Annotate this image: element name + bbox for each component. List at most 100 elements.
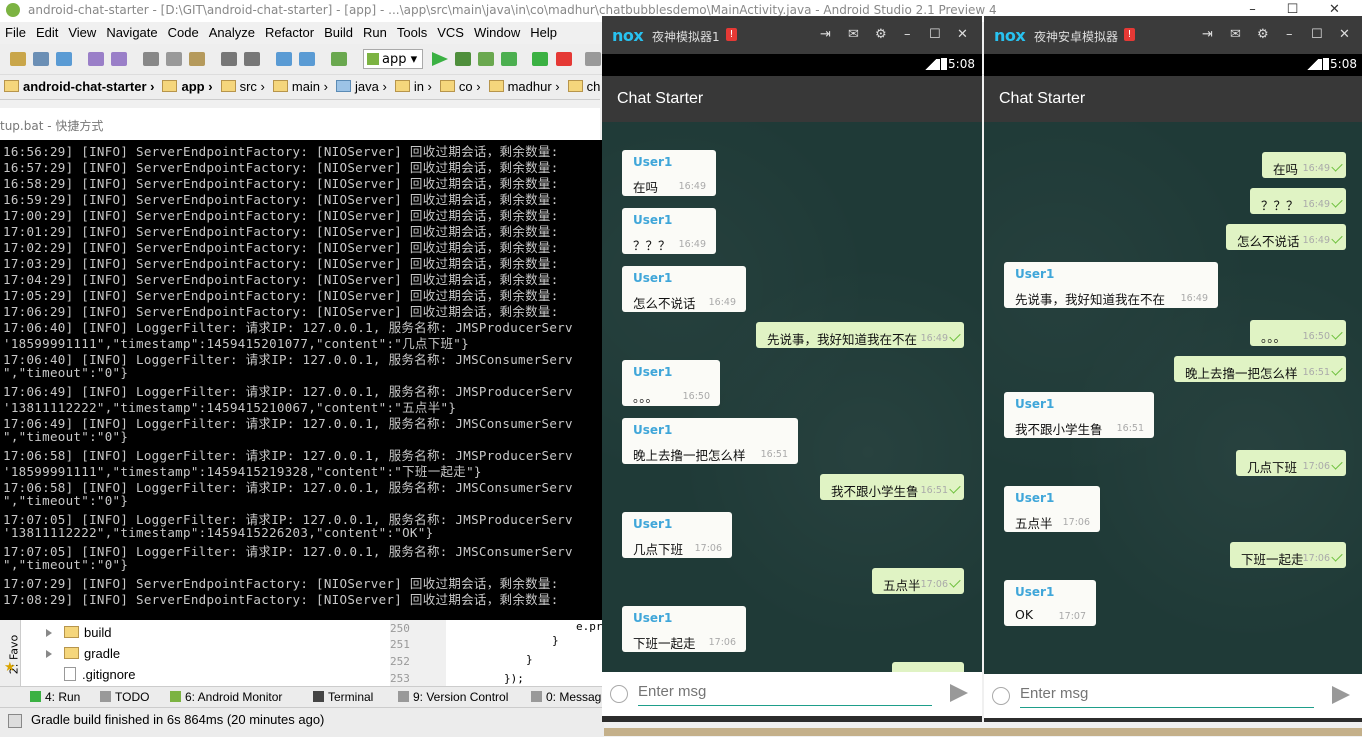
outgoing-message[interactable]: 五点半 17:06 xyxy=(872,568,964,594)
outgoing-message[interactable]: ？？？ 16:49 xyxy=(1250,188,1346,214)
make-project-icon[interactable] xyxy=(331,52,347,66)
expand-arrow-icon[interactable] xyxy=(46,650,52,658)
incoming-message[interactable]: User1 。。。 16:50 xyxy=(622,360,720,406)
incoming-message[interactable]: User1 下班一起走 17:06 xyxy=(622,606,746,652)
sync-icon[interactable] xyxy=(56,52,72,66)
breadcrumb-src[interactable]: src › xyxy=(217,75,269,94)
pin-icon[interactable]: ⇥ xyxy=(1202,27,1213,42)
breadcrumb-madhur[interactable]: madhur › xyxy=(485,75,564,94)
settings-icon[interactable]: ⚙ xyxy=(875,27,887,42)
close-icon[interactable]: ✕ xyxy=(957,27,968,42)
tab-run[interactable]: 4: Run xyxy=(30,690,80,704)
outgoing-message[interactable]: OK17:07 xyxy=(892,662,964,672)
mail-icon[interactable]: ✉ xyxy=(1230,27,1241,42)
menu-build[interactable]: Build xyxy=(319,22,358,40)
send-icon[interactable] xyxy=(1332,686,1350,704)
menu-window[interactable]: Window xyxy=(469,22,525,40)
tab-todo[interactable]: TODO xyxy=(100,690,149,704)
cut-icon[interactable] xyxy=(143,52,159,66)
code-editor[interactable]: e.pri } } }); xyxy=(446,620,609,686)
warning-icon[interactable]: ! xyxy=(1124,28,1135,41)
incoming-message[interactable]: User1 晚上去撸一把怎么样 16:51 xyxy=(622,418,798,464)
message-input-field[interactable] xyxy=(1020,683,1314,708)
send-icon[interactable] xyxy=(950,684,968,702)
incoming-message[interactable]: User1 几点下班 17:06 xyxy=(622,512,732,558)
undo-icon[interactable] xyxy=(88,52,104,66)
mail-icon[interactable]: ✉ xyxy=(848,27,859,42)
copy-icon[interactable] xyxy=(166,52,182,66)
attach-debugger-icon[interactable] xyxy=(478,52,494,66)
breadcrumb-project[interactable]: android-chat-starter › xyxy=(0,75,158,94)
menu-code[interactable]: Code xyxy=(163,22,204,40)
apply-changes-icon[interactable] xyxy=(532,52,548,66)
stop-icon[interactable] xyxy=(556,52,572,66)
tree-item-build[interactable]: build xyxy=(46,625,111,640)
favorites-tab[interactable]: 2: Favo ★ xyxy=(0,620,21,686)
outgoing-message[interactable]: 在吗 16:49 xyxy=(1262,152,1346,178)
breadcrumb-in[interactable]: in › xyxy=(391,75,436,94)
outgoing-message[interactable]: 怎么不说话 16:49 xyxy=(1226,224,1346,250)
tree-item-gradle[interactable]: gradle xyxy=(46,646,120,661)
message-input[interactable] xyxy=(638,681,928,702)
maximize-icon[interactable]: ☐ xyxy=(929,27,941,42)
pin-icon[interactable]: ⇥ xyxy=(820,27,831,42)
incoming-message[interactable]: User1 五点半 17:06 xyxy=(1004,486,1100,532)
breadcrumb-app[interactable]: app › xyxy=(158,75,216,94)
expand-arrow-icon[interactable] xyxy=(46,629,52,637)
breadcrumb-co[interactable]: co › xyxy=(436,75,485,94)
emoji-icon[interactable] xyxy=(610,685,628,703)
replace-icon[interactable] xyxy=(244,52,260,66)
emoji-icon[interactable] xyxy=(992,687,1010,705)
chat-list[interactable]: User1 在吗 16:49 User1 ？？？ 16:49 User1 怎么不说话 16:49… xyxy=(602,122,982,672)
close-icon[interactable]: ✕ xyxy=(1339,27,1350,42)
minimize-icon[interactable]: – xyxy=(904,27,911,42)
incoming-message[interactable]: User1 在吗 16:49 xyxy=(622,150,716,196)
menu-refactor[interactable]: Refactor xyxy=(260,22,319,40)
run-config-select[interactable]: app ▾ xyxy=(363,49,423,69)
tree-item-gitignore[interactable]: .gitignore xyxy=(64,667,135,682)
incoming-message[interactable]: User1 怎么不说话 16:49 xyxy=(622,266,746,312)
warning-icon[interactable]: ! xyxy=(726,28,737,41)
tab-version-control[interactable]: 9: Version Control xyxy=(398,690,508,704)
tab-android-monitor[interactable]: 6: Android Monitor xyxy=(170,690,282,704)
menu-edit[interactable]: Edit xyxy=(31,22,63,40)
breadcrumb-chatb[interactable]: chatb xyxy=(564,75,600,94)
menu-vcs[interactable]: VCS xyxy=(432,22,469,40)
menu-analyze[interactable]: Analyze xyxy=(204,22,260,40)
menu-view[interactable]: View xyxy=(63,22,101,40)
settings-icon[interactable]: ⚙ xyxy=(1257,27,1269,42)
coverage-icon[interactable] xyxy=(501,52,517,66)
debug-icon[interactable] xyxy=(455,52,471,66)
breadcrumb-java[interactable]: java › xyxy=(332,75,391,94)
outgoing-message[interactable]: 我不跟小学生鲁 16:51 xyxy=(820,474,964,500)
breadcrumb-main[interactable]: main › xyxy=(269,75,332,94)
save-icon[interactable] xyxy=(33,52,49,66)
tab-messages[interactable]: 0: Messag xyxy=(531,690,601,704)
outgoing-message[interactable]: 先说事，我好知道我在不在 16:49 xyxy=(756,322,964,348)
outgoing-message[interactable]: 。。。 16:50 xyxy=(1250,320,1346,346)
incoming-message[interactable]: User1 我不跟小学生鲁 16:51 xyxy=(1004,392,1154,438)
forward-icon[interactable] xyxy=(299,52,315,66)
console-output[interactable]: 16:56:29] [INFO] ServerEndpointFactory: … xyxy=(0,140,604,620)
find-icon[interactable] xyxy=(221,52,237,66)
back-icon[interactable] xyxy=(276,52,292,66)
message-input[interactable] xyxy=(1020,683,1310,704)
menu-tools[interactable]: Tools xyxy=(392,22,432,40)
menu-run[interactable]: Run xyxy=(358,22,392,40)
maximize-icon[interactable]: ☐ xyxy=(1311,27,1323,42)
menu-help[interactable]: Help xyxy=(525,22,562,40)
run-icon[interactable] xyxy=(432,52,448,66)
outgoing-message[interactable]: 几点下班 17:06 xyxy=(1236,450,1346,476)
tab-terminal[interactable]: Terminal xyxy=(313,690,373,704)
outgoing-message[interactable]: 下班一起走 17:06 xyxy=(1230,542,1346,568)
redo-icon[interactable] xyxy=(111,52,127,66)
outgoing-message[interactable]: 晚上去撸一把怎么样 16:51 xyxy=(1174,356,1346,382)
status-icon[interactable] xyxy=(8,714,22,728)
menu-navigate[interactable]: Navigate xyxy=(101,22,162,40)
menu-file[interactable]: File xyxy=(0,22,31,40)
open-folder-icon[interactable] xyxy=(10,52,26,66)
minimize-icon[interactable]: – xyxy=(1286,27,1293,42)
incoming-message[interactable]: User1 OK 17:07 xyxy=(1004,580,1096,626)
message-input-field[interactable] xyxy=(638,681,932,706)
incoming-message[interactable]: User1 先说事，我好知道我在不在 16:49 xyxy=(1004,262,1218,308)
